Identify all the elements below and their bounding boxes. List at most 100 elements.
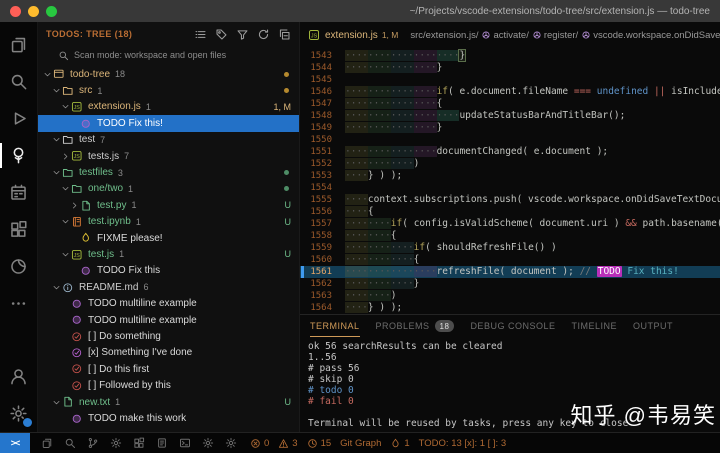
chevron-down-icon[interactable]: [60, 250, 71, 259]
tree-item[interactable]: FIXME please!: [38, 230, 299, 246]
status-segment-clock[interactable]: 15: [307, 438, 332, 449]
toolbar-flat-button[interactable]: [194, 28, 207, 41]
panel-tab-problems[interactable]: PROBLEMS18: [376, 315, 455, 337]
toolbar-filter-button[interactable]: [236, 28, 249, 41]
code-line[interactable]: 1543····················}: [300, 50, 720, 62]
code-line[interactable]: 1548····················updateStatusBarA…: [300, 110, 720, 122]
minimize-button[interactable]: [28, 6, 39, 17]
chevron-down-icon[interactable]: [51, 283, 62, 292]
chevron-down-icon[interactable]: [51, 398, 62, 407]
tree-item[interactable]: [ ] Do this first: [38, 361, 299, 377]
panel-tab-output[interactable]: OUTPUT: [633, 315, 673, 337]
breadcrumb-item[interactable]: activate/: [478, 30, 528, 41]
close-button[interactable]: [10, 6, 21, 17]
activity-item-gear[interactable]: [0, 395, 37, 432]
tree-item[interactable]: [ ] Do something: [38, 328, 299, 344]
chevron-down-icon[interactable]: [51, 168, 62, 177]
activity-item-files[interactable]: [0, 26, 37, 63]
chevron-right-icon[interactable]: [69, 201, 80, 210]
tree-item[interactable]: test7: [38, 132, 299, 148]
tree-item[interactable]: test.ipynb1U: [38, 214, 299, 230]
tree-item[interactable]: JStest.js1U: [38, 246, 299, 262]
tree-item[interactable]: TODO Fix this: [38, 263, 299, 279]
panel-tab-timeline[interactable]: TIMELINE: [571, 315, 617, 337]
breadcrumb-item[interactable]: register/: [529, 30, 578, 41]
tree-item[interactable]: test.py1U: [38, 197, 299, 213]
code-line[interactable]: 1560············{: [300, 254, 720, 266]
code-line[interactable]: 1562············}: [300, 278, 720, 290]
breadcrumb-item[interactable]: src/extension.js/: [410, 30, 478, 41]
status-gear-button[interactable]: [225, 437, 237, 449]
activity-item-more[interactable]: [0, 285, 37, 322]
status-gear-button[interactable]: [110, 437, 122, 449]
tree-item[interactable]: todo-tree18: [38, 66, 299, 82]
breadcrumb-item[interactable]: vscode.workspace.onDidSaveTe: [578, 30, 720, 41]
code-line[interactable]: 1564····} ) );: [300, 302, 720, 314]
remote-indicator[interactable]: ><: [0, 433, 30, 453]
tree-item[interactable]: README.md6: [38, 279, 299, 295]
activity-item-account[interactable]: [0, 358, 37, 395]
activity-item-search[interactable]: [0, 63, 37, 100]
tab-extension-js[interactable]: JS extension.js 1, M: [308, 29, 410, 41]
status-segment[interactable]: TODO: 13 [x]: 1 [ ]: 3: [419, 438, 506, 449]
tree-item[interactable]: JSextension.js11, M: [38, 99, 299, 115]
status-files-button[interactable]: [41, 437, 53, 449]
chevron-down-icon[interactable]: [60, 217, 71, 226]
code-line[interactable]: 1554: [300, 182, 720, 194]
code-area[interactable]: 1543····················}1544···········…: [300, 48, 720, 314]
tree-item[interactable]: TODO make this work: [38, 410, 299, 426]
chevron-right-icon[interactable]: [60, 152, 71, 161]
code-line[interactable]: 1563········): [300, 290, 720, 302]
status-branch-button[interactable]: [87, 437, 99, 449]
chevron-down-icon[interactable]: [60, 184, 71, 193]
tree-item[interactable]: src1: [38, 82, 299, 98]
status-segment[interactable]: Git Graph: [340, 438, 381, 449]
chevron-down-icon[interactable]: [60, 102, 71, 111]
tree-item[interactable]: testfiles3: [38, 164, 299, 180]
status-segment-flame[interactable]: 1: [390, 438, 409, 449]
activity-item-calendar[interactable]: [0, 174, 37, 211]
tree-item[interactable]: one/two1: [38, 181, 299, 197]
code-line[interactable]: 1557········if( config.isValidScheme( do…: [300, 218, 720, 230]
code-line[interactable]: 1544················}: [300, 62, 720, 74]
tree-item[interactable]: [x] Something I've done: [38, 345, 299, 361]
panel-tab-debug-console[interactable]: DEBUG CONSOLE: [470, 315, 555, 337]
code-line[interactable]: 1553····} ) );: [300, 170, 720, 182]
code-line[interactable]: 1546················if( e.document.fileN…: [300, 86, 720, 98]
status-book-button[interactable]: [156, 437, 168, 449]
code-line[interactable]: 1561················refreshFile( documen…: [300, 266, 720, 278]
activity-item-tree[interactable]: [0, 137, 37, 174]
code-line[interactable]: 1555····context.subscriptions.push( vsco…: [300, 194, 720, 206]
activity-item-extensions[interactable]: [0, 211, 37, 248]
toolbar-collapse-button[interactable]: [278, 28, 291, 41]
toolbar-refresh-button[interactable]: [257, 28, 270, 41]
activity-item-disc[interactable]: [0, 248, 37, 285]
status-search-button[interactable]: [64, 437, 76, 449]
status-terminal-button[interactable]: [179, 437, 191, 449]
status-extensions-button[interactable]: [133, 437, 145, 449]
panel-tab-terminal[interactable]: TERMINAL: [310, 315, 360, 337]
code-line[interactable]: 1552············): [300, 158, 720, 170]
chevron-down-icon[interactable]: [51, 86, 62, 95]
code-line[interactable]: 1549················}: [300, 122, 720, 134]
tree-item[interactable]: [ ] Followed by this: [38, 377, 299, 393]
chevron-down-icon[interactable]: [51, 135, 62, 144]
zoom-button[interactable]: [46, 6, 57, 17]
code-line[interactable]: 1545: [300, 74, 720, 86]
status-segment-error[interactable]: 0: [250, 438, 269, 449]
code-line[interactable]: 1559············if( shouldRefreshFile() …: [300, 242, 720, 254]
code-line[interactable]: 1550: [300, 134, 720, 146]
code-line[interactable]: 1558········{: [300, 230, 720, 242]
tree-item[interactable]: TODO Fix this!: [38, 115, 299, 131]
chevron-down-icon[interactable]: [42, 70, 53, 79]
tree-item[interactable]: JStests.js7: [38, 148, 299, 164]
code-line[interactable]: 1551················documentChanged( e.d…: [300, 146, 720, 158]
tree-item[interactable]: TODO multiline example: [38, 295, 299, 311]
toolbar-tag-button[interactable]: [215, 28, 228, 41]
status-segment-warning[interactable]: 3: [278, 438, 297, 449]
tree-item[interactable]: TODO multiline example: [38, 312, 299, 328]
code-line[interactable]: 1556····{: [300, 206, 720, 218]
activity-item-debug[interactable]: [0, 100, 37, 137]
code-line[interactable]: 1547················{: [300, 98, 720, 110]
status-gear-button[interactable]: [202, 437, 214, 449]
